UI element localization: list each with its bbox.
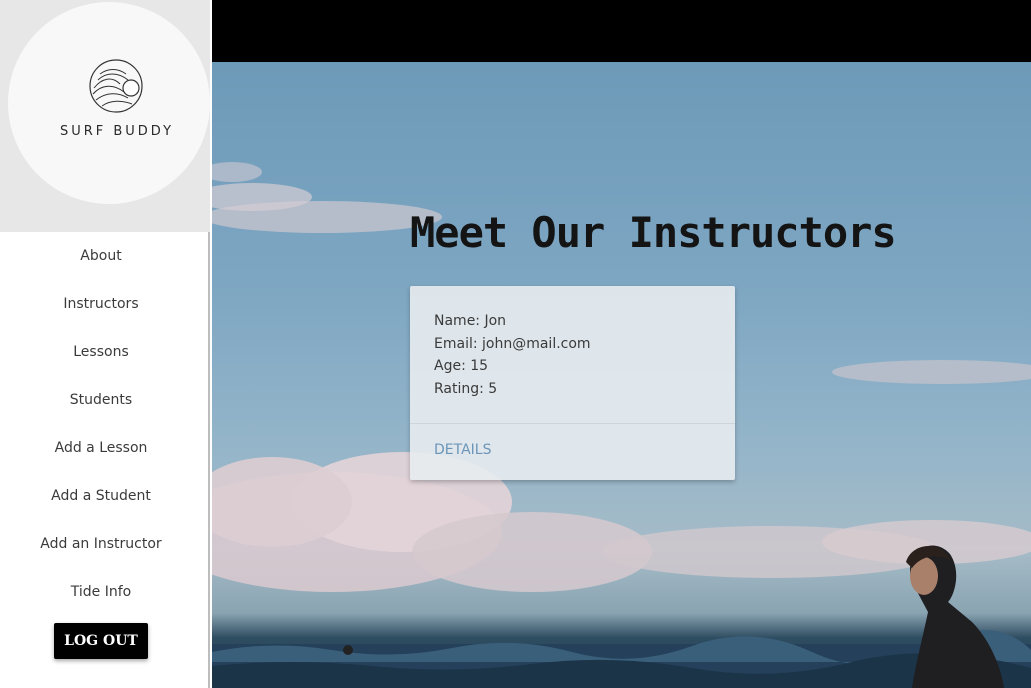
instructor-name: Name: Jon [434,313,507,329]
page-title: Meet Our Instructors [410,208,897,257]
sidebar-item-add-student[interactable]: Add a Student [0,472,202,520]
sidebar: SURF BUDDY About Instructors Lessons Stu… [0,0,210,688]
instructor-age: Age: 15 [434,358,489,374]
brand-name: SURF BUDDY [59,124,175,139]
instructor-card-body: Name: Jon Email: john@mail.com Age: 15 R… [410,286,735,424]
sidebar-item-about[interactable]: About [0,232,202,280]
sidebar-item-add-lesson[interactable]: Add a Lesson [0,424,202,472]
logo-area: SURF BUDDY [0,0,210,232]
sidebar-item-lessons[interactable]: Lessons [0,328,202,376]
sidebar-item-students[interactable]: Students [0,376,202,424]
main-content: Meet Our Instructors Name: Jon Email: jo… [212,0,1031,688]
top-bar [212,0,1031,62]
instructor-card: Name: Jon Email: john@mail.com Age: 15 R… [410,286,735,480]
logout-button[interactable]: LOG OUT [54,623,148,659]
wave-sun-icon [89,59,143,113]
logo-badge[interactable]: SURF BUDDY [8,2,210,204]
sidebar-item-tide-info[interactable]: Tide Info [0,568,202,616]
sidebar-item-instructors[interactable]: Instructors [0,280,202,328]
instructor-rating: Rating: 5 [434,380,498,397]
instructor-email: Email: john@mail.com [434,335,591,352]
sidebar-nav: About Instructors Lessons Students Add a… [0,232,202,616]
details-link[interactable]: DETAILS [410,424,735,458]
sidebar-item-add-instructor[interactable]: Add an Instructor [0,520,202,568]
hero-background-image: Meet Our Instructors Name: Jon Email: jo… [212,62,1031,688]
